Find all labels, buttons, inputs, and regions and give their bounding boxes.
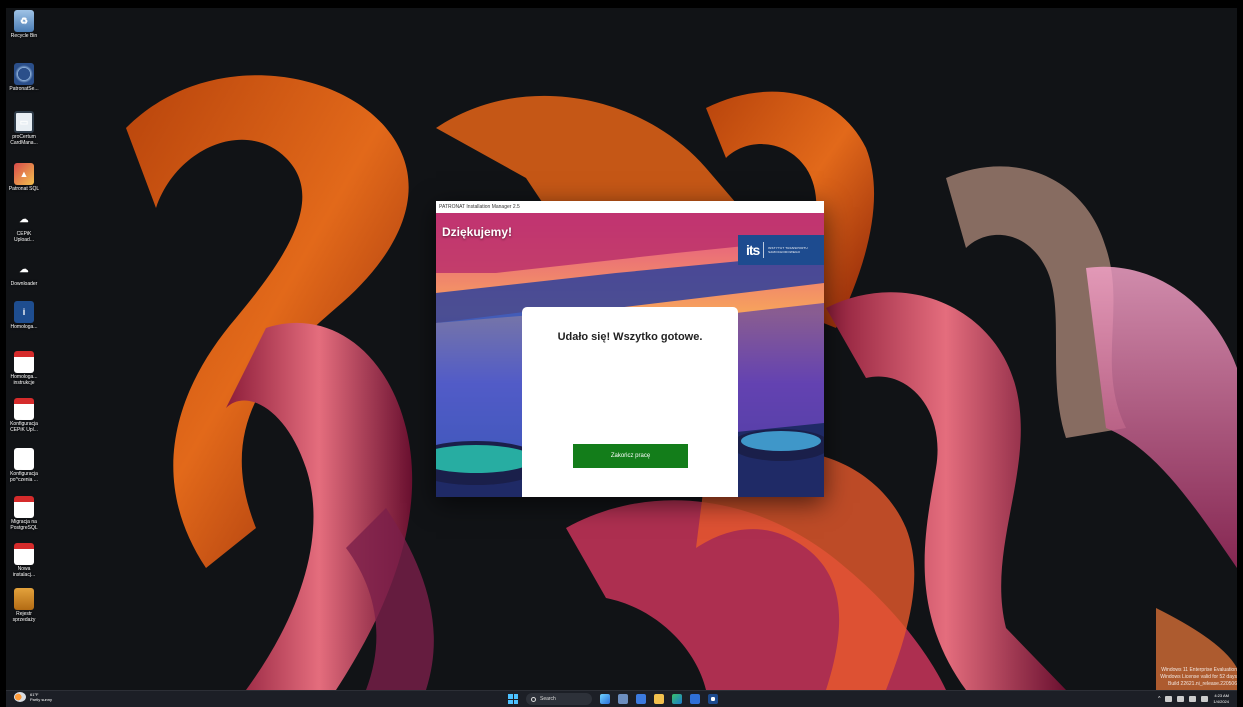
- card-manager-icon: ▭: [14, 111, 34, 133]
- desktop-icon-homologacja-instrukcje[interactable]: PDF Homologa... instrukcje: [6, 351, 42, 386]
- battery-icon[interactable]: [1201, 696, 1209, 702]
- system-tray: ^ 4:23 AM 1/4/2024: [1158, 693, 1229, 705]
- search-icon: [531, 696, 536, 702]
- hero-title: Dziękujemy!: [442, 225, 513, 239]
- start-button[interactable]: [508, 694, 518, 704]
- partly-sunny-icon: [14, 692, 26, 702]
- its-logo-mark: its: [746, 242, 760, 258]
- desktop-icon-konfiguracja-polaczenia[interactable]: C Konfiguracja po^czenia ...: [6, 448, 42, 483]
- display-icon[interactable]: [1177, 696, 1185, 702]
- file-explorer-icon[interactable]: [654, 694, 664, 704]
- task-view-icon[interactable]: [618, 694, 628, 704]
- patronat-service-icon: [14, 63, 34, 85]
- desktop-icon-recycle-bin[interactable]: ♻ Recycle Bin: [6, 10, 42, 39]
- windows-watermark: Windows 11 Enterprise Evaluation Windows…: [1160, 667, 1237, 687]
- desktop-icon-nowa-instalacja[interactable]: PDF Nowa instalacj...: [6, 543, 42, 578]
- pdf-icon: PDF: [14, 398, 34, 420]
- store-icon[interactable]: [690, 694, 700, 704]
- pdf-icon: PDF: [14, 543, 34, 565]
- installer-window: PATRONAT Installation Manager 2.5 Dzięku…: [436, 201, 824, 497]
- weather-text: Partly sunny: [30, 697, 53, 702]
- register-box-icon: [14, 588, 34, 610]
- completion-card: Udało się! Wszytko gotowe. Zakończ pracę: [522, 307, 738, 497]
- pdf-icon: PDF: [14, 496, 34, 518]
- desktop-icon-cepik-upload[interactable]: ☁ CEPiK Upload...: [6, 208, 42, 244]
- desktop-icon-rejestr-sprzedazy[interactable]: Rejestr sprzedaży: [6, 588, 42, 623]
- clock[interactable]: 4:23 AM 1/4/2024: [1213, 693, 1229, 705]
- desktop-icon-migracja-postgresql[interactable]: PDF Migracja na PostgreSQL: [6, 496, 42, 531]
- widgets-icon[interactable]: [600, 694, 610, 704]
- red-c-icon: C: [14, 448, 34, 470]
- teams-icon[interactable]: [636, 694, 646, 704]
- cloud-upload-icon: ☁: [19, 213, 29, 224]
- edge-icon[interactable]: [672, 694, 682, 704]
- desktop-icon-homologacja[interactable]: i Homologa...: [6, 301, 42, 330]
- taskbar-apps: Search: [508, 693, 718, 705]
- logo-divider: [763, 242, 765, 258]
- patronat-sql-icon: ▲: [14, 163, 34, 185]
- finish-button[interactable]: Zakończ pracę: [573, 444, 688, 468]
- clock-date: 1/4/2024: [1213, 699, 1229, 704]
- weather-widget[interactable]: 61°F Partly sunny: [14, 692, 52, 702]
- cloud-download-icon: ☁: [19, 263, 29, 274]
- hero-banner: Dziękujemy! its INSTYTUT TRANSPORTU SAMO…: [436, 213, 824, 497]
- completion-message: Udało się! Wszytko gotowe.: [557, 331, 703, 343]
- window-title[interactable]: PATRONAT Installation Manager 2.5: [436, 201, 824, 213]
- desktop-icon-konfiguracja-cepik[interactable]: PDF Konfiguracja CEPiK Upl...: [6, 398, 42, 433]
- volume-icon[interactable]: [1189, 696, 1197, 702]
- its-homologation-icon: i: [14, 301, 34, 323]
- its-logo: its INSTYTUT TRANSPORTU SAMOCHODOWEGO: [738, 235, 824, 265]
- its-logo-text: INSTYTUT TRANSPORTU SAMOCHODOWEGO: [768, 246, 808, 254]
- chevron-up-icon[interactable]: ^: [1158, 696, 1160, 702]
- search-placeholder: Search: [540, 696, 556, 702]
- taskbar: 61°F Partly sunny Search ^ 4:23 AM 1/4/2…: [6, 690, 1237, 707]
- recycle-bin-icon: ♻: [14, 10, 34, 32]
- network-icon[interactable]: [1165, 696, 1173, 702]
- desktop-icon-card-manager[interactable]: ▭ proCertum CardMana...: [6, 111, 42, 146]
- installer-app-icon[interactable]: [708, 694, 718, 704]
- desktop-icon-patronat-sql[interactable]: ▲ Patronat SQL: [6, 163, 42, 192]
- search-box[interactable]: Search: [526, 693, 592, 705]
- pdf-icon: PDF: [14, 351, 34, 373]
- desktop-icon-patronat-service[interactable]: PatronatSe...: [6, 63, 42, 92]
- desktop-icon-downloader[interactable]: ☁ Downloader: [6, 258, 42, 288]
